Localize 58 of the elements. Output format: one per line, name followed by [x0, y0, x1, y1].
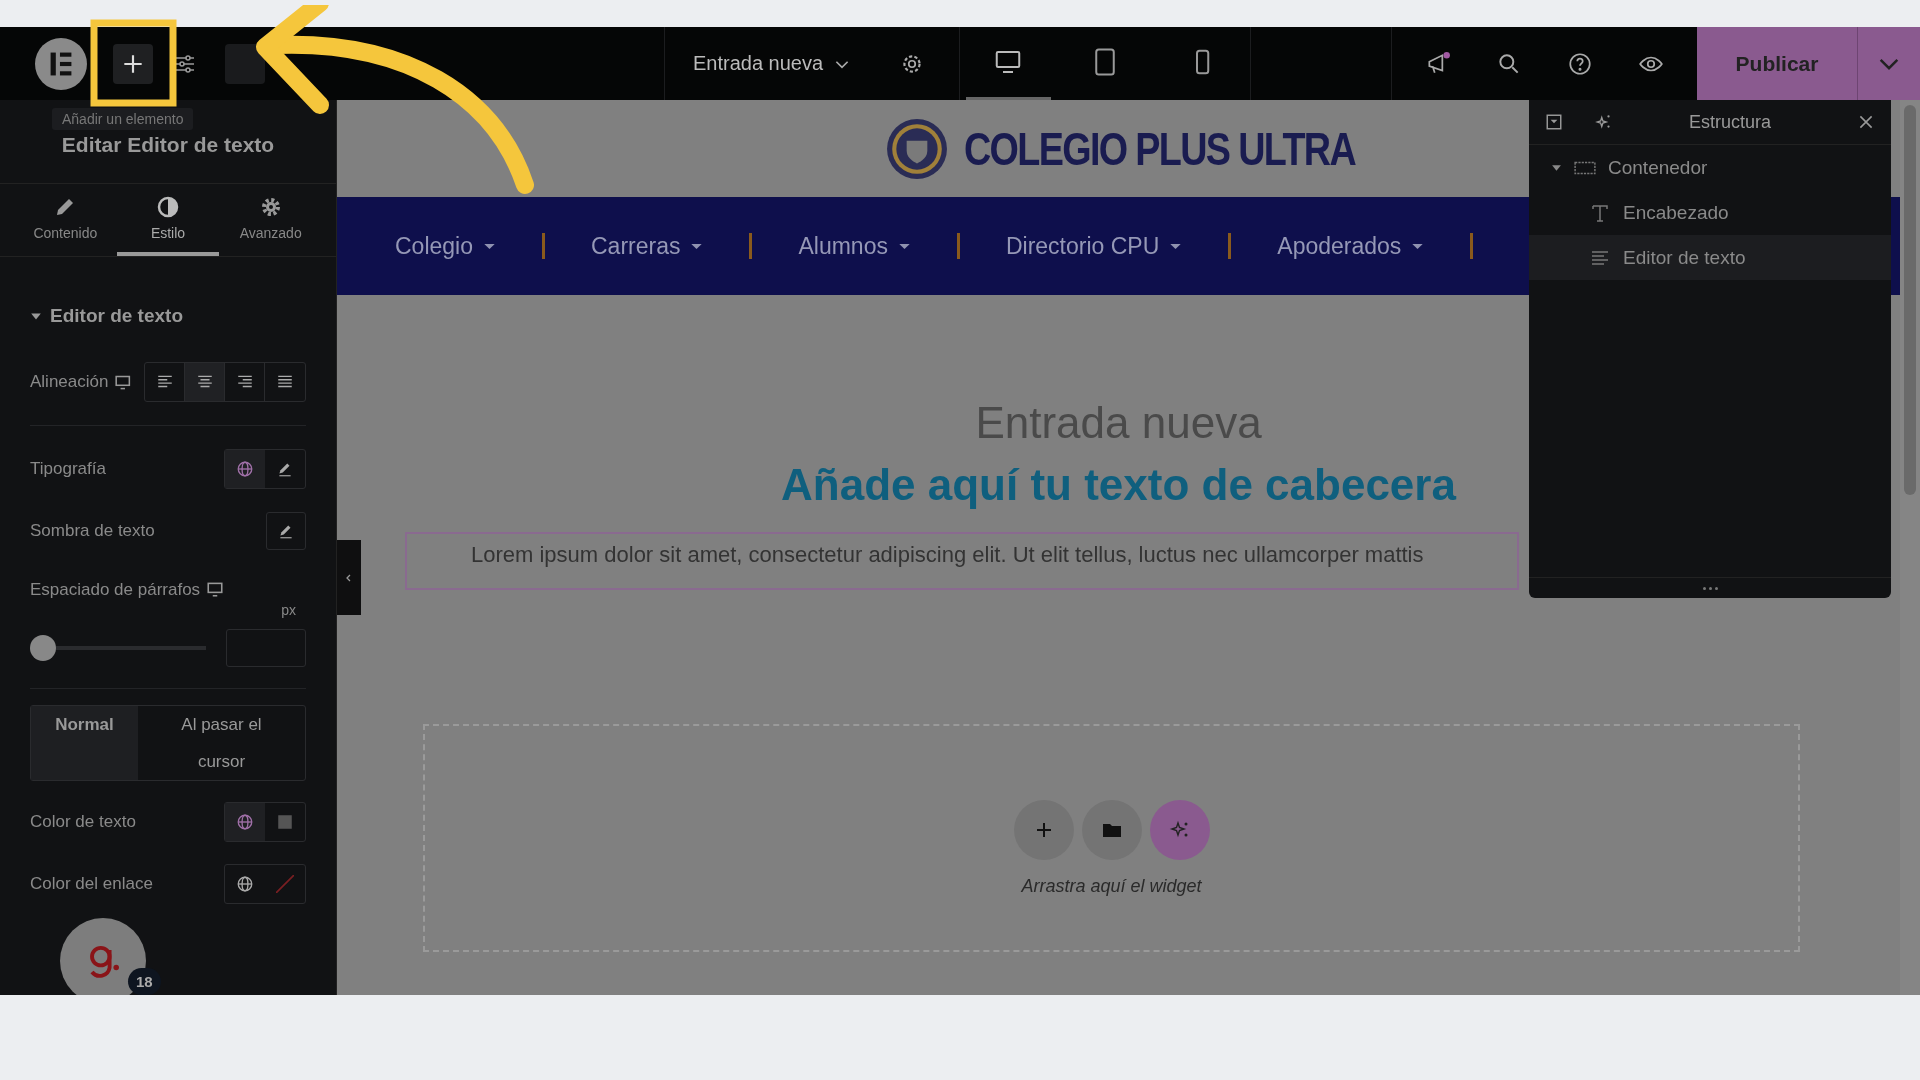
contrast-icon — [156, 195, 180, 219]
state-tab[interactable]: Normal — [31, 706, 138, 780]
toolbar-button[interactable] — [225, 43, 265, 84]
tree-item[interactable]: Contenedor — [1529, 145, 1891, 190]
scrollbar[interactable] — [1904, 105, 1916, 495]
panel-tab[interactable]: Avanzado — [219, 184, 322, 256]
nav-item[interactable]: Apoderados — [1277, 232, 1425, 260]
page-title[interactable]: Entrada nueva — [693, 52, 824, 75]
control-label: Sombra de texto — [30, 521, 155, 541]
notification-badge: 18 — [128, 968, 161, 995]
panel-tab[interactable]: Contenido — [14, 184, 117, 256]
number-input[interactable] — [226, 629, 306, 667]
align-center-button[interactable] — [185, 363, 225, 401]
heading-icon — [1589, 202, 1611, 223]
panel-title: Estructura — [1688, 111, 1772, 133]
resize-handle[interactable] — [1702, 586, 1718, 590]
global-button[interactable] — [225, 803, 265, 841]
nav-item[interactable]: Carreras — [591, 232, 704, 260]
paragraph: Lorem ipsum dolor sit amet, consectetur adipiscing elit. Ut elit tellus, luctus nec ullamcorper mattis — [471, 542, 1424, 568]
site-title: COLEGIO PLUS ULTRA — [964, 121, 1356, 176]
global-button[interactable] — [225, 450, 265, 488]
collapse-handle[interactable] — [337, 540, 361, 615]
text-editor-widget[interactable]: Lorem ipsum dolor sit amet, consectetur adipiscing elit. Ut elit tellus, luctus nec ullamcorper mattis — [405, 532, 1519, 590]
school-emblem — [886, 117, 949, 180]
tooltip: Añadir un elemento — [52, 108, 194, 130]
globe-icon — [236, 460, 254, 478]
drop-hint: Arrastra aquí el widget — [1021, 875, 1202, 897]
state-tab[interactable]: Al pasar el cursor — [138, 706, 305, 780]
section-header[interactable]: Editor de texto — [30, 257, 306, 351]
control-label: Tipografía — [30, 459, 106, 479]
elementor-logo[interactable] — [35, 37, 87, 90]
globe-icon — [236, 875, 254, 893]
tree-item[interactable]: Encabezado — [1529, 190, 1891, 235]
nav-item[interactable]: Directorio CPU — [1005, 232, 1183, 260]
control-label: Espaciado de párrafos — [30, 580, 201, 600]
nav-item[interactable]: Colegio — [395, 232, 496, 260]
monitor-icon[interactable] — [114, 373, 132, 391]
swatch-icon — [276, 875, 294, 893]
globe-icon — [236, 813, 254, 831]
caret-icon — [1551, 162, 1562, 173]
close-icon[interactable] — [1857, 113, 1875, 131]
collapse-icon[interactable] — [1545, 113, 1563, 131]
tree-item[interactable]: Editor de texto — [1529, 235, 1891, 280]
help-icon[interactable] — [1567, 50, 1594, 77]
nav-item[interactable]: Alumnos — [798, 232, 911, 260]
swatch-icon — [276, 813, 294, 831]
panel-title: Editar Editor de texto — [61, 132, 275, 157]
add-element-button[interactable] — [113, 43, 153, 84]
heading-text: Añade aquí tu texto de cabecera — [781, 460, 1456, 510]
sparkle-icon[interactable] — [1595, 113, 1613, 131]
unit-selector[interactable]: px — [281, 602, 296, 618]
control-label: Color de texto — [30, 812, 136, 832]
edit-button[interactable] — [266, 512, 306, 550]
panel-tab[interactable]: Estilo — [116, 184, 220, 256]
chevron-down-icon — [1879, 57, 1899, 70]
monitor-icon[interactable] — [206, 580, 225, 598]
control-label: Color del enlace — [30, 874, 153, 894]
control-label: Alineación — [30, 372, 109, 392]
